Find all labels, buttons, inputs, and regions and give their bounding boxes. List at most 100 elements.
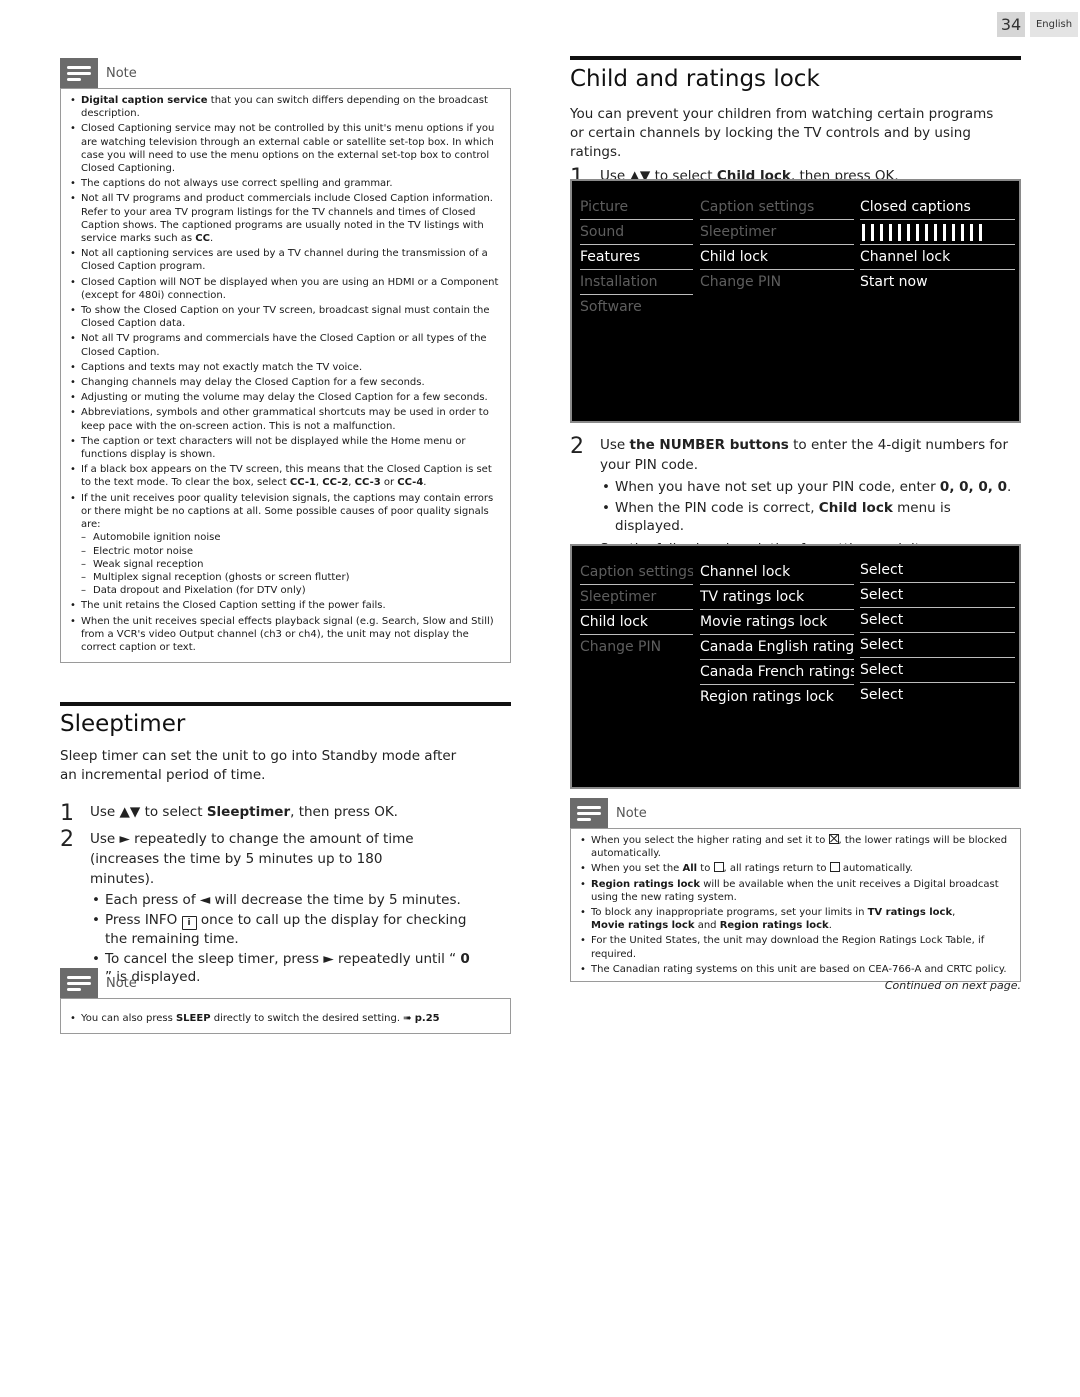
menu-column-features: Caption settings Sleeptimer Child lock Chan… xyxy=(580,560,693,660)
step-2: 2 Use the NUMBER buttons to enter the 4-… xyxy=(570,436,1021,475)
sleeptimer-section: Sleeptimer Sleep timer can set the unit … xyxy=(60,702,511,986)
note-box: You can also press SLEEP directly to swi… xyxy=(60,998,511,1034)
menu-item[interactable]: Channel lock xyxy=(700,560,854,585)
menu-item[interactable]: Closed captions xyxy=(860,195,1015,220)
bullet: When you have not set up your PIN code, … xyxy=(600,478,1021,496)
sleeptimer-intro: Sleep timer can set the unit to go into … xyxy=(60,748,457,783)
menu-item[interactable]: Sound xyxy=(580,220,693,245)
note-item: When the unit receives special effects p… xyxy=(67,615,504,655)
note-item: Region ratings lock will be available wh… xyxy=(577,878,1014,904)
note-item: The Canadian rating systems on this unit… xyxy=(577,963,1014,976)
page-number: 34 xyxy=(997,12,1025,37)
note-title: Note xyxy=(106,975,137,991)
caption-preview-bars xyxy=(860,220,1015,244)
section-rule xyxy=(570,56,1021,60)
menu-item[interactable]: Channel lock xyxy=(860,245,1015,270)
note-item: Closed Caption will NOT be displayed whe… xyxy=(67,276,504,302)
menu-item[interactable]: Canada French ratings lo xyxy=(700,660,854,685)
note-item: For the United States, the unit may down… xyxy=(577,934,1014,960)
note-item: To block any inappropriate programs, set… xyxy=(577,906,1014,932)
step-text: Use ► repeatedly to change the amount of… xyxy=(90,831,414,887)
step-number: 2 xyxy=(60,827,74,852)
note-item: The captions do not always use correct s… xyxy=(67,177,504,190)
note-item: Adjusting or muting the volume may delay… xyxy=(67,391,504,404)
menu-column-values: Select Select Select Select Select Select xyxy=(860,558,1015,708)
note-item: Not all captioning services are used by … xyxy=(67,247,504,273)
cause-item: Electric motor noise xyxy=(81,545,504,558)
note-header: Note xyxy=(570,798,1021,828)
menu-item[interactable]: Child lock xyxy=(700,245,854,270)
menu-item[interactable]: Picture xyxy=(580,195,693,220)
cause-item: Automobile ignition noise xyxy=(81,531,504,544)
checked-box-icon xyxy=(828,834,839,844)
sleeptimer-note: Note You can also press SLEEP directly t… xyxy=(60,968,511,1034)
note-title: Note xyxy=(106,65,137,81)
note-item: Digital caption service that you can swi… xyxy=(67,94,504,120)
step-1: 1 Use ▲▼ to select Sleeptimer, then pres… xyxy=(60,803,511,825)
note-item: The caption or text characters will not … xyxy=(67,435,504,461)
note-box: When you select the higher rating and se… xyxy=(570,828,1021,983)
note-icon xyxy=(570,798,608,828)
note-header: Note xyxy=(60,58,511,88)
menu-item[interactable] xyxy=(860,220,1015,245)
note-item: You can also press SLEEP directly to swi… xyxy=(67,1012,504,1025)
menu-item[interactable]: Child lock xyxy=(580,610,693,635)
menu-item[interactable]: Change PIN xyxy=(700,270,854,295)
note-icon xyxy=(60,58,98,88)
note-item: Captions and texts may not exactly match… xyxy=(67,361,504,374)
page-reference[interactable]: p.25 xyxy=(415,1013,440,1024)
cause-item: Multiplex signal reception (ghosts or sc… xyxy=(81,571,504,584)
menu-item[interactable]: Caption settings xyxy=(700,195,854,220)
cause-item: Data dropout and Pixelation (for DTV onl… xyxy=(81,584,504,597)
menu-item[interactable]: Change PIN xyxy=(580,635,693,660)
step-number: 1 xyxy=(60,801,74,826)
menu-item[interactable]: Features xyxy=(580,245,693,270)
arrow-icon: ➠ xyxy=(403,1013,412,1024)
child-lock-section: Child and ratings lock You can prevent y… xyxy=(570,56,1021,189)
note-icon xyxy=(60,968,98,998)
closed-caption-note: Note Digital caption service that you ca… xyxy=(60,58,511,664)
menu-item[interactable]: Software xyxy=(580,295,693,320)
menu-item[interactable]: Select xyxy=(860,608,1015,633)
menu-item[interactable]: Select xyxy=(860,558,1015,583)
menu-item[interactable]: Caption settings xyxy=(580,560,693,585)
note-item: Abbreviations, symbols and other grammat… xyxy=(67,406,504,432)
menu-column-main: Picture Sound Features Installation Software xyxy=(580,195,693,320)
step-number: 2 xyxy=(570,434,584,459)
tv-menu-features: Picture Sound Features Installation Software… xyxy=(570,179,1021,423)
step-text: Use the NUMBER buttons to enter the 4-di… xyxy=(600,437,1008,473)
menu-item[interactable]: TV ratings lock xyxy=(700,585,854,610)
step-text: Use ▲▼ to select Sleeptimer, then press … xyxy=(90,804,398,820)
menu-column-options: Closed captions Channel lock Start now xyxy=(860,195,1015,295)
note-item: If a black box appears on the TV screen,… xyxy=(67,463,504,489)
cause-item: Weak signal reception xyxy=(81,558,504,571)
menu-item[interactable]: Movie ratings lock xyxy=(700,610,854,635)
menu-item[interactable]: Sleeptimer xyxy=(580,585,693,610)
bullet: Each press of ◄ will decrease the time b… xyxy=(90,891,475,909)
menu-item[interactable]: Select xyxy=(860,633,1015,658)
menu-item[interactable]: Canada English ratings lo xyxy=(700,635,854,660)
menu-item[interactable]: Region ratings lock xyxy=(700,685,854,710)
section-title: Child and ratings lock xyxy=(570,66,820,92)
info-icon: i xyxy=(181,916,197,930)
menu-item[interactable]: Installation xyxy=(580,270,693,295)
language-label: English xyxy=(1030,12,1078,37)
section-title: Sleeptimer xyxy=(60,711,186,737)
note-item: Not all TV programs and commercials have… xyxy=(67,332,504,358)
empty-box-icon xyxy=(713,862,724,873)
bullet: Press INFO i once to call up the display… xyxy=(90,911,475,948)
menu-item[interactable]: Select xyxy=(860,683,1015,708)
note-item: When you select the higher rating and se… xyxy=(577,834,1014,860)
menu-column-features: Caption settings Sleeptimer Child lock Chan… xyxy=(700,195,854,295)
tv-menu-child-lock: Caption settings Sleeptimer Child lock Chan… xyxy=(570,544,1021,789)
note-item: When you set the All to , all ratings re… xyxy=(577,862,1014,876)
note-box: Digital caption service that you can swi… xyxy=(60,88,511,664)
note-list: Digital caption service that you can swi… xyxy=(67,94,504,654)
menu-item[interactable]: Start now xyxy=(860,270,1015,295)
menu-item[interactable]: Sleeptimer xyxy=(700,220,854,245)
empty-box-icon xyxy=(829,862,840,873)
menu-item[interactable]: Select xyxy=(860,658,1015,683)
child-lock-step-2: 2 Use the NUMBER buttons to enter the 4-… xyxy=(570,436,1021,558)
menu-column-child-lock: Channel lock TV ratings lock Movie ratings… xyxy=(700,560,854,710)
menu-item[interactable]: Select xyxy=(860,583,1015,608)
